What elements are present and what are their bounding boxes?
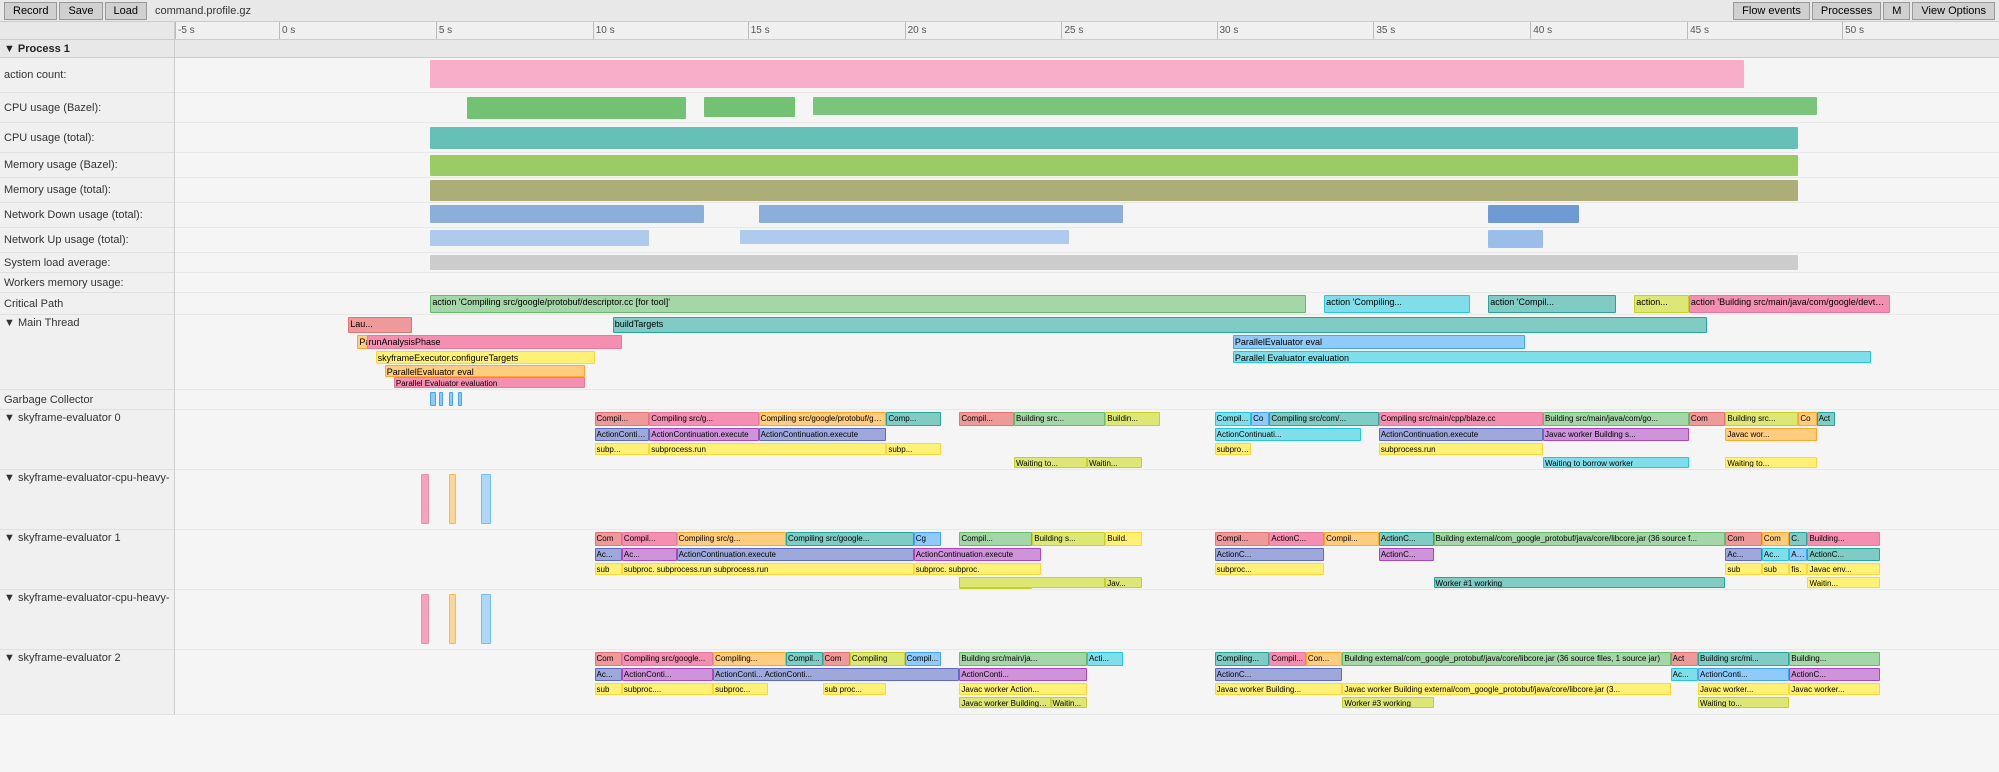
label-memory-total: Memory usage (total):: [0, 178, 175, 203]
label-skyframe-eval-0: ▼ skyframe-evaluator 0: [0, 410, 175, 470]
chart-network-down: [175, 203, 1999, 228]
label-memory-bazel: Memory usage (Bazel):: [0, 153, 175, 178]
filename-label: command.profile.gz: [155, 5, 251, 17]
ruler-tick: 30 s: [1217, 22, 1239, 39]
ruler-tick: 40 s: [1530, 22, 1552, 39]
row-network-up: Network Up usage (total):: [0, 228, 1999, 253]
chart-skyframe-cpu-1: [175, 590, 1999, 650]
view-options-button[interactable]: View Options: [1912, 2, 1995, 20]
label-garbage-collector: Garbage Collector: [0, 390, 175, 410]
label-skyframe-cpu-1: ▼ skyframe-evaluator-cpu-heavy-: [0, 590, 175, 650]
record-button[interactable]: Record: [4, 2, 57, 20]
toolbar: Record Save Load command.profile.gz Flow…: [0, 0, 1999, 22]
chart-skyframe-eval-1: Com Compil... Compiling src/g... Compili…: [175, 530, 1999, 590]
ruler-tick: 20 s: [905, 22, 927, 39]
time-ruler: -5 s 0 s 5 s 10 s 15 s 20 s 25 s 30 s 35 s 40 s 45…: [175, 22, 1999, 40]
ruler-tick: 0 s: [279, 22, 295, 39]
row-skyframe-cpu-0: ▼ skyframe-evaluator-cpu-heavy-: [0, 470, 1999, 530]
ruler-tick: 15 s: [748, 22, 770, 39]
row-skyframe-cpu-1: ▼ skyframe-evaluator-cpu-heavy-: [0, 590, 1999, 650]
chart-action-count: [175, 58, 1999, 93]
row-network-down: Network Down usage (total):: [0, 203, 1999, 228]
processes-button[interactable]: Processes: [1812, 2, 1881, 20]
scroll-area[interactable]: -5 s 0 s 5 s 10 s 15 s 20 s 25 s 30 s 35 s 40 s 45…: [0, 22, 1999, 772]
ruler-tick: 10 s: [593, 22, 615, 39]
chart-skyframe-eval-2: Com Compiling src/google... Compiling...…: [175, 650, 1999, 715]
process-chart-header: [175, 40, 1999, 57]
chart-memory-total: [175, 178, 1999, 203]
ruler-tick: 25 s: [1061, 22, 1083, 39]
chart-system-load: [175, 253, 1999, 273]
row-memory-bazel: Memory usage (Bazel):: [0, 153, 1999, 178]
chart-main-thread: Lau... Par runAnalysisPhase skyframeExec…: [175, 315, 1999, 390]
row-critical-path: Critical Path action 'Compiling src/goog…: [0, 293, 1999, 315]
row-garbage-collector: Garbage Collector: [0, 390, 1999, 410]
toolbar-right: Flow events Processes M View Options: [1733, 2, 1995, 20]
flow-events-button[interactable]: Flow events: [1733, 2, 1810, 20]
row-main-thread: ▼ Main Thread Lau... Par runAnalysisPhas…: [0, 315, 1999, 390]
row-skyframe-eval-0: ▼ skyframe-evaluator 0 Compil... Compili…: [0, 410, 1999, 470]
ruler-tick: 45 s: [1687, 22, 1709, 39]
chart-skyframe-eval-0: Compil... Compiling src/g... Compiling s…: [175, 410, 1999, 470]
label-critical-path: Critical Path: [0, 293, 175, 315]
ruler-corner: [0, 22, 175, 40]
chart-cpu-bazel: [175, 93, 1999, 123]
process-header-row: ▼ Process 1: [0, 40, 1999, 58]
save-button[interactable]: Save: [59, 2, 102, 20]
chart-cpu-total: [175, 123, 1999, 153]
main-panel: -5 s 0 s 5 s 10 s 15 s 20 s 25 s 30 s 35 s 40 s 45…: [0, 22, 1999, 772]
row-workers-memory: Workers memory usage:: [0, 273, 1999, 293]
row-action-count: action count:: [0, 58, 1999, 93]
ruler-tick: -5 s: [175, 22, 195, 39]
m-button[interactable]: M: [1883, 2, 1910, 20]
row-skyframe-eval-1: ▼ skyframe-evaluator 1 Com Compil... Com…: [0, 530, 1999, 590]
process-title: ▼ Process 1: [0, 40, 175, 57]
row-cpu-bazel: CPU usage (Bazel):: [0, 93, 1999, 123]
label-network-down: Network Down usage (total):: [0, 203, 175, 228]
ruler-tick: 5 s: [436, 22, 452, 39]
label-skyframe-eval-1: ▼ skyframe-evaluator 1: [0, 530, 175, 590]
row-memory-total: Memory usage (total):: [0, 178, 1999, 203]
chart-skyframe-cpu-0: [175, 470, 1999, 530]
ruler-tick: 35 s: [1373, 22, 1395, 39]
chart-critical-path: action 'Compiling src/google/protobuf/de…: [175, 293, 1999, 315]
chart-network-up: [175, 228, 1999, 253]
chart-workers-memory: [175, 273, 1999, 293]
label-network-up: Network Up usage (total):: [0, 228, 175, 253]
process-triangle: ▼: [4, 43, 15, 55]
label-action-count: action count:: [0, 58, 175, 93]
label-workers-memory: Workers memory usage:: [0, 273, 175, 293]
load-button[interactable]: Load: [105, 2, 147, 20]
label-main-thread: ▼ Main Thread: [0, 315, 175, 390]
ruler-tick: 50 s: [1842, 22, 1864, 39]
row-system-load: System load average:: [0, 253, 1999, 273]
label-skyframe-cpu-0: ▼ skyframe-evaluator-cpu-heavy-: [0, 470, 175, 530]
label-system-load: System load average:: [0, 253, 175, 273]
label-skyframe-eval-2: ▼ skyframe-evaluator 2: [0, 650, 175, 715]
process-title-text: Process 1: [18, 43, 70, 55]
row-cpu-total: CPU usage (total):: [0, 123, 1999, 153]
label-cpu-total: CPU usage (total):: [0, 123, 175, 153]
chart-memory-bazel: [175, 153, 1999, 178]
row-skyframe-eval-2: ▼ skyframe-evaluator 2 Com Compiling src…: [0, 650, 1999, 715]
label-cpu-bazel: CPU usage (Bazel):: [0, 93, 175, 123]
chart-garbage-collector: [175, 390, 1999, 410]
